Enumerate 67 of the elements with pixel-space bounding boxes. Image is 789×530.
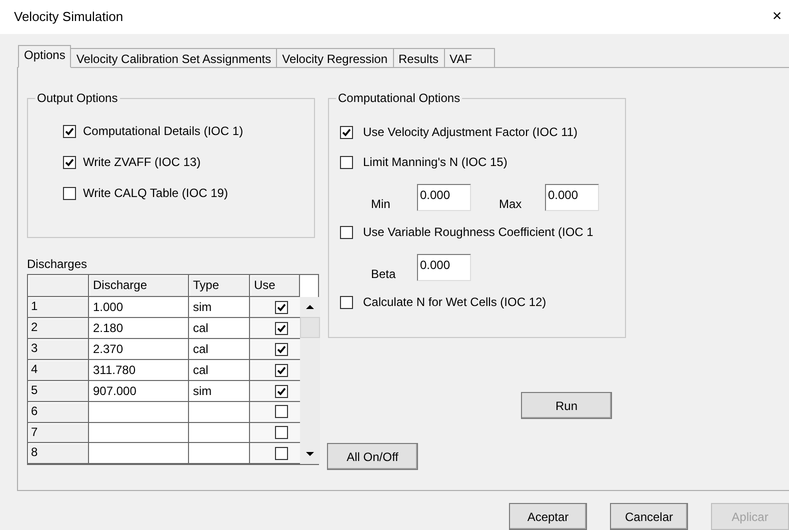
group-title: Output Options [35, 90, 120, 106]
row-header: 8 [28, 443, 89, 464]
table-cell: 311.780 [89, 360, 189, 381]
table-cell: 2.370 [89, 339, 189, 360]
checkbox[interactable] [275, 426, 288, 439]
checkbox[interactable] [275, 300, 288, 314]
row-header: 4 [28, 360, 89, 381]
checkmark-icon [342, 128, 351, 136]
dialog-button[interactable]: Cancelar [610, 503, 688, 530]
checkbox[interactable] [275, 342, 288, 356]
table-cell: 907.000 [89, 381, 189, 402]
row-header: 7 [28, 422, 89, 444]
row-header: 6 [28, 402, 89, 423]
checkbox[interactable] [63, 186, 76, 200]
checkbox-label: Write ZVAFF (IOC 13) [83, 154, 201, 171]
checkmark-icon [277, 302, 286, 312]
close-button[interactable]: × [767, 5, 787, 29]
field-label: Beta [371, 267, 397, 281]
row-header: 2 [28, 318, 89, 339]
checkbox[interactable] [275, 322, 288, 334]
number-field[interactable]: 0.000 [417, 184, 471, 211]
scrollbar[interactable] [300, 297, 320, 464]
window-title: Velocity Simulation [14, 8, 124, 26]
checkbox[interactable] [340, 126, 353, 138]
tab[interactable]: VAF [444, 48, 495, 68]
checkbox[interactable] [340, 226, 353, 238]
row-header: 3 [28, 339, 89, 360]
column-header: Discharge [89, 275, 189, 297]
checkmark-icon [277, 366, 286, 374]
tab[interactable]: Options [18, 45, 72, 68]
checkbox[interactable] [275, 405, 288, 418]
table-cell: 2.180 [89, 318, 189, 339]
column-header: Use [250, 275, 300, 297]
checkbox[interactable] [63, 124, 76, 138]
checkbox[interactable] [340, 156, 353, 168]
tab[interactable]: Velocity Regression [276, 48, 394, 68]
number-field[interactable]: 0.000 [545, 184, 599, 211]
checkmark-icon [277, 344, 286, 354]
checkmark-icon [65, 126, 74, 136]
row-header: 5 [28, 381, 89, 402]
all-on-off-button[interactable]: All On/Off [327, 443, 418, 470]
checkbox-label: Write CALQ Table (IOC 19) [83, 185, 228, 202]
checkmark-icon [277, 386, 286, 396]
checkbox-label: Use Variable Roughness Coefficient (IOC 1 [363, 224, 594, 241]
checkbox[interactable] [340, 296, 353, 308]
dialog-button[interactable]: Aceptar [509, 503, 587, 530]
checkbox[interactable] [275, 384, 288, 398]
checkbox-label: Use Velocity Adjustment Factor (IOC 11) [363, 124, 578, 141]
tab[interactable]: Velocity Calibration Set Assignments [70, 48, 278, 68]
row-header: 1 [28, 297, 89, 318]
field-label: Min [371, 197, 392, 211]
run-button[interactable]: Run [521, 392, 612, 419]
discharges-label: Discharges [27, 256, 88, 272]
checkbox[interactable] [63, 156, 76, 168]
checkmark-icon [277, 324, 286, 332]
column-header: Type [189, 275, 250, 297]
checkbox-label: Computational Details (IOC 1) [83, 123, 244, 140]
checkbox-label: Limit Manning's N (IOC 15) [363, 154, 508, 171]
scroll-thumb[interactable] [300, 317, 320, 338]
checkbox-label: Calculate N for Wet Cells (IOC 12) [363, 294, 546, 311]
field-label: Max [499, 197, 523, 211]
table-cell: 1.000 [89, 297, 189, 318]
group-title: Computational Options [336, 90, 462, 106]
checkbox[interactable] [275, 446, 288, 460]
checkbox[interactable] [275, 364, 288, 376]
checkmark-icon [65, 158, 74, 166]
number-field[interactable]: 0.000 [417, 254, 471, 281]
